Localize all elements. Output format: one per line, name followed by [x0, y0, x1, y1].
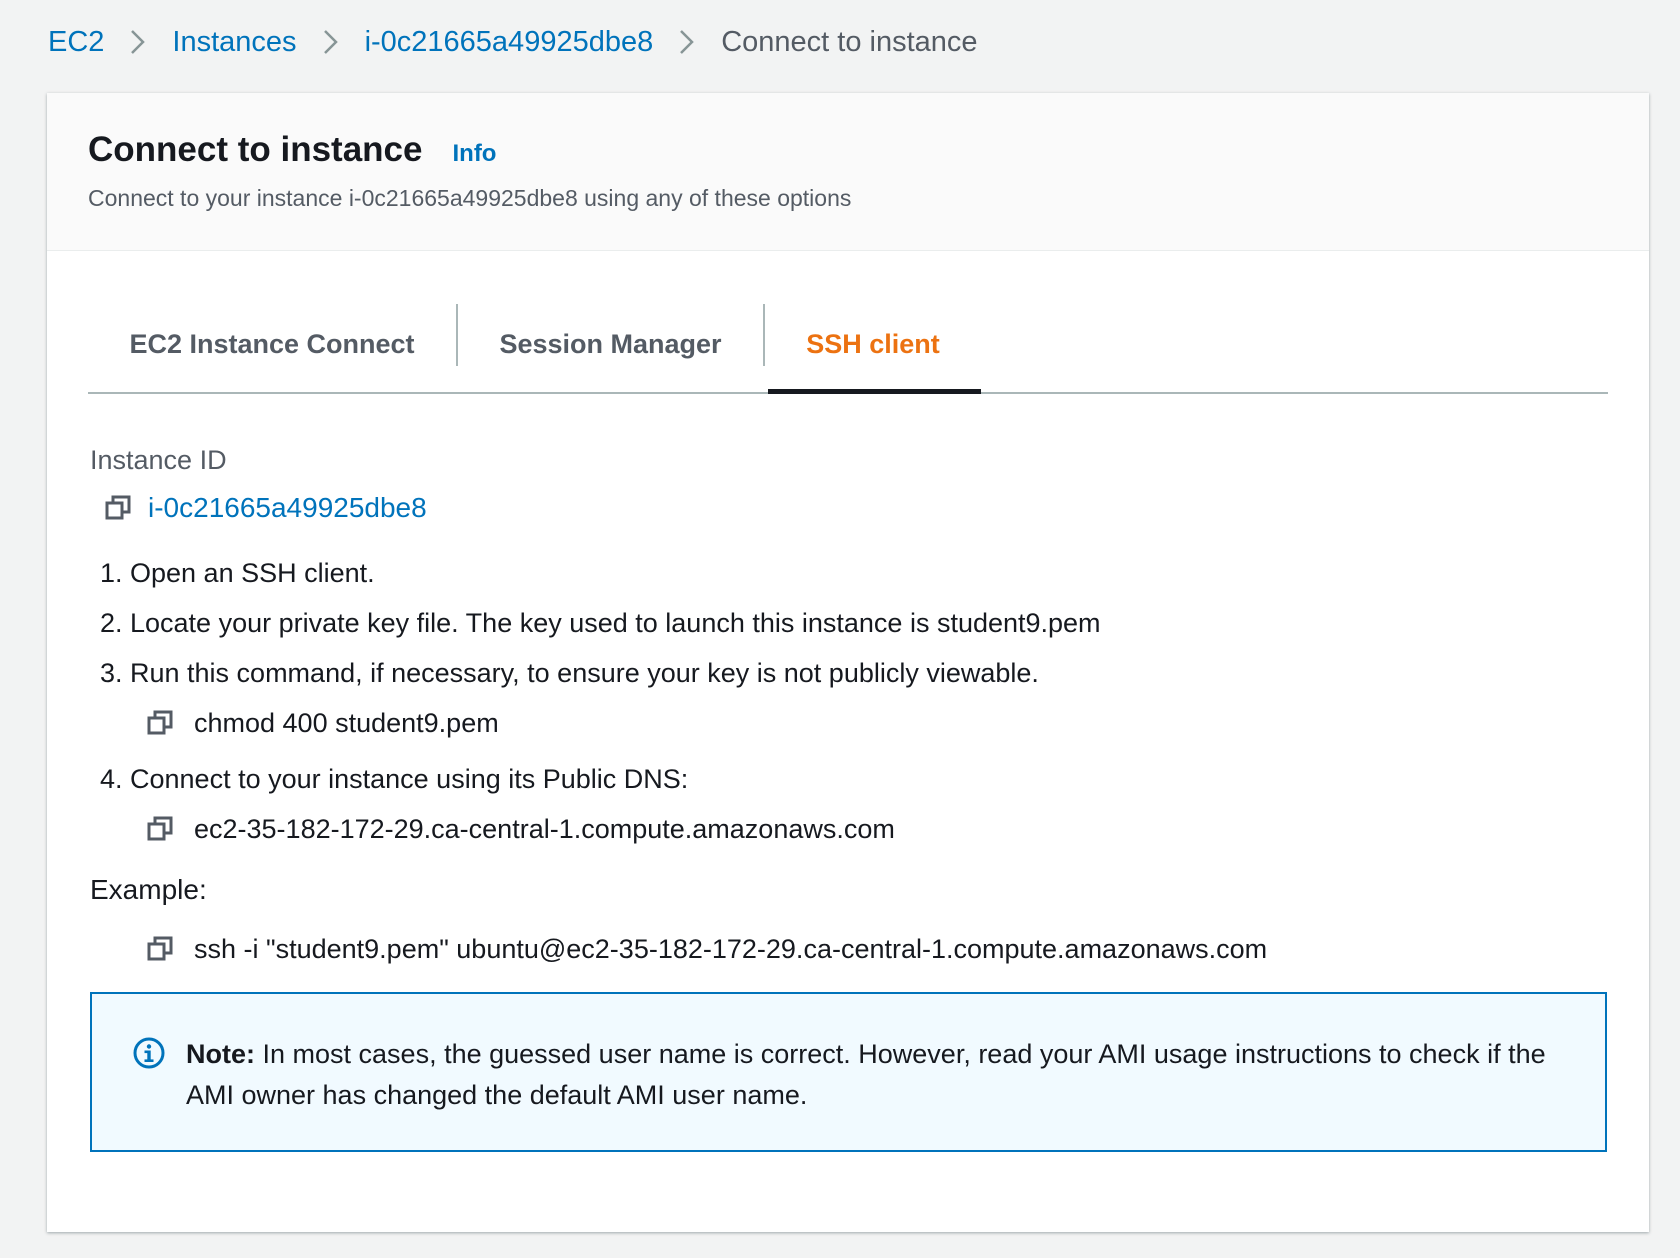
breadcrumb-ec2[interactable]: EC2 — [48, 26, 104, 59]
instructions-list: 1. Open an SSH client. 2. Locate your pr… — [90, 548, 1610, 854]
copy-icon[interactable] — [104, 494, 132, 522]
ssh-example-row: ssh -i "student9.pem" ubuntu@ec2-35-182-… — [146, 920, 1610, 978]
copy-icon[interactable] — [146, 815, 174, 843]
chevron-right-icon — [323, 29, 339, 55]
tab-session-manager[interactable]: Session Manager — [458, 296, 763, 392]
note-body: In most cases, the guessed user name is … — [186, 1039, 1546, 1110]
note-text: Note: In most cases, the guessed user na… — [186, 1034, 1566, 1150]
info-circle-icon — [132, 1036, 166, 1070]
instance-id-label: Instance ID — [90, 445, 227, 475]
page-description: Connect to your instance i-0c21665a49925… — [88, 185, 852, 211]
list-item: 2. Locate your private key file. The key… — [100, 607, 1101, 638]
breadcrumb-current: Connect to instance — [721, 25, 978, 58]
ssh-example-command: ssh -i "student9.pem" ubuntu@ec2-35-182-… — [194, 933, 1268, 964]
copy-icon[interactable] — [146, 709, 174, 737]
ssh-client-content: Instance ID i-0c21665a49925dbe8 1. Open … — [90, 445, 1610, 978]
chevron-right-icon — [679, 29, 695, 55]
panel-header: Connect to instance Info Connect to your… — [47, 93, 1649, 251]
example-label: Example: — [90, 874, 207, 905]
breadcrumb-instances[interactable]: Instances — [172, 26, 296, 59]
breadcrumb-instance-id[interactable]: i-0c21665a49925dbe8 — [365, 26, 654, 59]
chevron-right-icon — [130, 29, 146, 55]
chmod-command: chmod 400 student9.pem — [194, 707, 499, 738]
breadcrumb: EC2 Instances i-0c21665a49925dbe8 Connec… — [48, 22, 978, 62]
list-item: 3. Run this command, if necessary, to en… — [100, 657, 1039, 688]
note-alert: Note: In most cases, the guessed user na… — [90, 992, 1607, 1152]
public-dns: ec2-35-182-172-29.ca-central-1.compute.a… — [194, 813, 895, 844]
list-item: 1. Open an SSH client. — [100, 557, 375, 588]
list-item: 4. Connect to your instance using its Pu… — [100, 763, 689, 794]
connection-tabs: EC2 Instance Connect Session Manager SSH… — [88, 296, 1608, 394]
public-dns-row: ec2-35-182-172-29.ca-central-1.compute.a… — [146, 804, 1610, 854]
tab-ssh-client[interactable]: SSH client — [765, 296, 981, 394]
copy-icon[interactable] — [146, 935, 174, 963]
page-title: Connect to instance — [88, 130, 423, 169]
tab-ec2-instance-connect[interactable]: EC2 Instance Connect — [88, 296, 456, 392]
info-link[interactable]: Info — [452, 140, 496, 168]
connect-panel: Connect to instance Info Connect to your… — [47, 93, 1649, 1232]
note-strong: Note: — [186, 1039, 255, 1069]
instance-id-link[interactable]: i-0c21665a49925dbe8 — [148, 492, 427, 524]
chmod-command-row: chmod 400 student9.pem — [146, 698, 1610, 748]
instance-id-row: i-0c21665a49925dbe8 — [104, 492, 1610, 524]
